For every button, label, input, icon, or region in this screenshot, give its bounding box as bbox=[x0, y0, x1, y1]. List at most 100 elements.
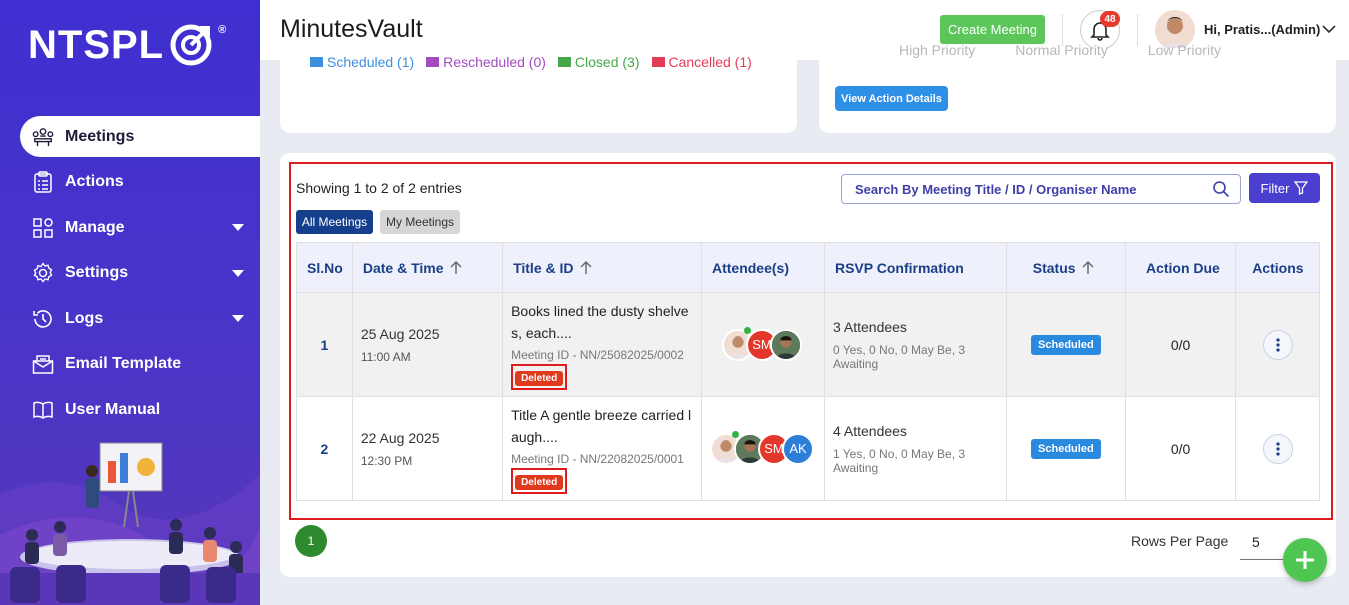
row-attendees[interactable]: SM bbox=[700, 292, 825, 397]
legend-scheduled: Scheduled (1) bbox=[310, 54, 414, 70]
create-meeting-button[interactable]: Create Meeting bbox=[940, 15, 1045, 44]
kebab-menu-icon bbox=[1275, 337, 1280, 352]
meeting-title[interactable]: Title A gentle breeze carried laugh.... bbox=[511, 404, 696, 448]
rsvp-detail: 0 Yes, 0 No, 0 May Be, 3 Awaiting bbox=[832, 342, 966, 371]
table-row[interactable]: 2 22 Aug 2025 12:30 PM Title A gentle br… bbox=[296, 396, 1320, 501]
deleted-highlight: Deleted bbox=[511, 467, 568, 494]
sidebar-item-label: Logs bbox=[65, 309, 104, 327]
meeting-group-icon bbox=[32, 126, 54, 148]
row-date-time: 22 Aug 2025 12:30 PM bbox=[351, 396, 504, 501]
sidebar-item-logs[interactable]: Logs bbox=[0, 298, 260, 339]
rows-per-page-label: Rows Per Page bbox=[1131, 533, 1229, 549]
ntspl-logo[interactable]: NTSPL ® bbox=[28, 22, 227, 68]
search-icon[interactable] bbox=[1212, 180, 1230, 198]
col-attendees: Attendee(s) bbox=[700, 242, 825, 293]
sidebar-menu: Meetings Actions Manage Settings Logs Em… bbox=[0, 116, 260, 435]
col-status[interactable]: Status bbox=[1005, 242, 1126, 293]
row-action-due: 0/0 bbox=[1124, 396, 1237, 501]
online-status-dot bbox=[731, 430, 739, 438]
row-actions bbox=[1235, 292, 1320, 397]
rsvp-count: 3 Attendees bbox=[832, 318, 907, 335]
online-status-dot bbox=[743, 326, 751, 334]
row-status: Scheduled bbox=[1005, 292, 1126, 397]
meeting-id: Meeting ID - NN/25082025/0002 bbox=[511, 347, 684, 362]
funnel-icon bbox=[1294, 181, 1309, 195]
filter-button[interactable]: Filter bbox=[1249, 173, 1320, 203]
sidebar-item-user-manual[interactable]: User Manual bbox=[0, 389, 260, 430]
sidebar-item-manage[interactable]: Manage bbox=[0, 207, 260, 248]
row-rsvp: 3 Attendees 0 Yes, 0 No, 0 May Be, 3 Awa… bbox=[823, 292, 1007, 397]
col-sl-no: Sl.No bbox=[296, 242, 353, 293]
sidebar-item-label: Email Template bbox=[65, 355, 182, 372]
search-input[interactable]: Search By Meeting Title / ID / Organiser… bbox=[841, 174, 1241, 204]
view-action-details-button[interactable]: View Action Details bbox=[835, 86, 948, 111]
row-status: Scheduled bbox=[1005, 396, 1126, 501]
meeting-status-card: Scheduled (1) Rescheduled (0) Closed (3)… bbox=[280, 48, 797, 133]
status-badge: Scheduled bbox=[1031, 438, 1101, 459]
col-actions: Actions bbox=[1235, 242, 1320, 293]
meeting-time: 12:30 PM bbox=[360, 453, 413, 468]
rsvp-detail: 1 Yes, 0 No, 0 May Be, 3 Awaiting bbox=[832, 446, 966, 475]
table-row[interactable]: 1 25 Aug 2025 11:00 AM Books lined the d… bbox=[296, 292, 1320, 397]
meeting-title[interactable]: Books lined the dusty shelves, each.... bbox=[511, 300, 696, 344]
col-rsvp: RSVP Confirmation bbox=[823, 242, 1007, 293]
sidebar-item-label: Actions bbox=[65, 173, 124, 190]
sort-arrow-up-icon[interactable] bbox=[580, 260, 592, 275]
row-title-id[interactable]: Title A gentle breeze carried laugh.... … bbox=[502, 396, 702, 501]
clipboard-list-icon bbox=[32, 171, 54, 193]
attendee-avatar[interactable]: AK bbox=[781, 432, 814, 465]
user-name[interactable]: Hi, Pratis...(Admin) bbox=[1204, 22, 1320, 37]
row-sl-no: 2 bbox=[296, 396, 353, 501]
page-title: MinutesVault bbox=[280, 15, 423, 43]
meetings-table: Sl.No Date & Time Title & ID Attendee(s)… bbox=[296, 242, 1320, 501]
legend-normal-priority: Normal Priority bbox=[1015, 42, 1108, 58]
deleted-badge: Deleted bbox=[515, 370, 564, 386]
meeting-date: 25 Aug 2025 bbox=[360, 325, 440, 342]
search-placeholder: Search By Meeting Title / ID / Organiser… bbox=[855, 181, 1137, 197]
priority-legend: High Priority Normal Priority Low Priori… bbox=[899, 42, 1221, 58]
row-sl-no: 1 bbox=[296, 292, 353, 397]
deleted-badge: Deleted bbox=[515, 474, 564, 490]
kebab-menu-icon bbox=[1275, 441, 1280, 456]
sort-arrow-up-icon[interactable] bbox=[1082, 260, 1094, 275]
attendee-avatar[interactable] bbox=[769, 328, 802, 361]
pagination-page-1[interactable]: 1 bbox=[295, 525, 327, 557]
sidebar-item-actions[interactable]: Actions bbox=[0, 162, 260, 203]
sort-arrow-up-icon[interactable] bbox=[450, 260, 462, 275]
row-actions bbox=[1235, 396, 1320, 501]
rows-per-page-value: 5 bbox=[1252, 534, 1260, 550]
sidebar-item-email-template[interactable]: Email Template bbox=[0, 344, 260, 385]
notification-count-badge: 48 bbox=[1100, 11, 1120, 27]
gear-icon bbox=[32, 262, 54, 284]
sidebar-item-meetings[interactable]: Meetings bbox=[20, 116, 260, 157]
meeting-date: 22 Aug 2025 bbox=[360, 429, 440, 446]
row-actions-button[interactable] bbox=[1262, 433, 1293, 464]
row-title-id[interactable]: Books lined the dusty shelves, each.... … bbox=[502, 292, 702, 397]
legend-rescheduled: Rescheduled (0) bbox=[426, 54, 546, 70]
rsvp-count: 4 Attendees bbox=[832, 422, 907, 439]
chevron-down-icon bbox=[232, 269, 244, 277]
row-actions-button[interactable] bbox=[1262, 329, 1293, 360]
sidebar-item-label: Meetings bbox=[65, 127, 135, 145]
legend-low-priority: Low Priority bbox=[1147, 42, 1221, 58]
chevron-down-icon[interactable] bbox=[1322, 24, 1336, 34]
logo-text: NTSPL bbox=[28, 22, 165, 67]
status-badge: Scheduled bbox=[1031, 334, 1101, 355]
col-date-time[interactable]: Date & Time bbox=[351, 242, 504, 293]
sidebar: NTSPL ® Meetings Actions Manage Settings… bbox=[0, 0, 260, 605]
legend-high-priority: High Priority bbox=[899, 42, 976, 58]
attendee-avatars[interactable]: SM AK bbox=[709, 430, 824, 465]
col-title-id[interactable]: Title & ID bbox=[502, 242, 702, 293]
sidebar-item-settings[interactable]: Settings bbox=[0, 253, 260, 294]
chevron-down-icon bbox=[232, 315, 244, 322]
meeting-illustration bbox=[0, 442, 260, 605]
row-date-time: 25 Aug 2025 11:00 AM bbox=[351, 292, 504, 397]
history-clock-icon bbox=[32, 308, 54, 330]
row-attendees[interactable]: SM AK bbox=[700, 396, 825, 501]
meeting-id: Meeting ID - NN/22082025/0001 bbox=[511, 451, 684, 466]
row-action-due: 0/0 bbox=[1124, 292, 1237, 397]
tab-my-meetings[interactable]: My Meetings bbox=[380, 210, 460, 234]
tab-all-meetings[interactable]: All Meetings bbox=[296, 210, 373, 234]
attendee-avatars[interactable]: SM bbox=[710, 326, 824, 361]
add-fab-button[interactable] bbox=[1283, 538, 1327, 582]
